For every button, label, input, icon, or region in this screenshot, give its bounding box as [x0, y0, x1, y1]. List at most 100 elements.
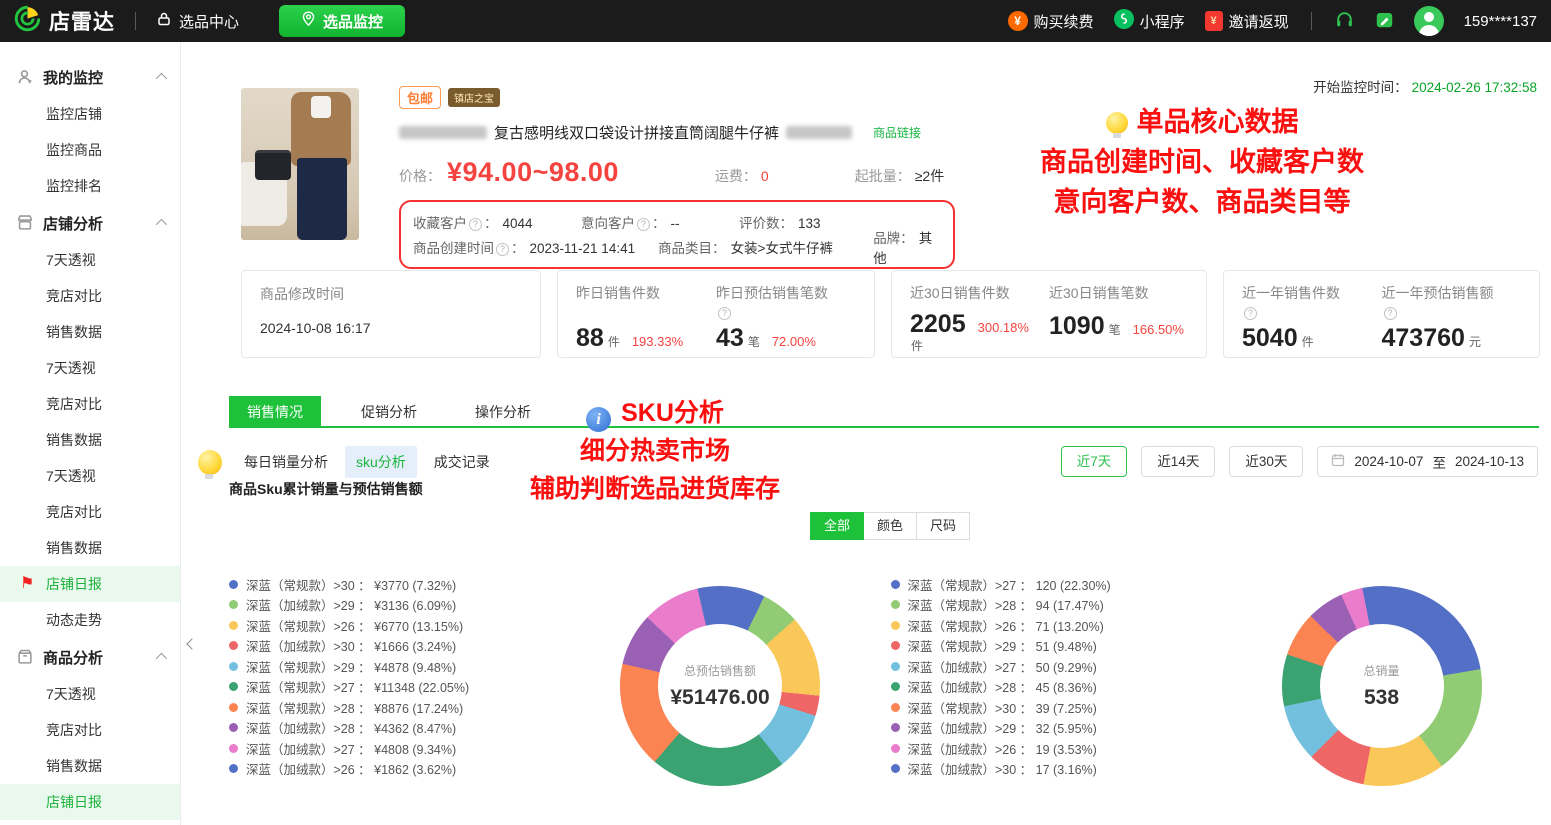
- range-button[interactable]: 近30天: [1229, 446, 1303, 477]
- nav-selection-monitor-button[interactable]: 选品监控: [279, 5, 405, 37]
- feedback-edit-icon[interactable]: [1375, 10, 1394, 33]
- sidebar-item[interactable]: 竞店对比: [0, 712, 180, 748]
- legend-item[interactable]: 深蓝（常规款）>29 ： ¥4878 (9.48%): [229, 656, 534, 677]
- sidebar-item[interactable]: 动态走势: [0, 820, 180, 825]
- help-icon[interactable]: [637, 218, 650, 231]
- moq-value: ≥2件: [915, 166, 944, 186]
- help-icon[interactable]: [1384, 307, 1397, 320]
- sidebar-item[interactable]: 竞店对比: [0, 386, 180, 422]
- delta-up: 166.50%: [1133, 322, 1184, 337]
- product-link[interactable]: 商品链接: [873, 124, 921, 141]
- legend-item[interactable]: 深蓝（加绒款）>29 ： ¥3136 (6.09%): [229, 595, 534, 616]
- chart-filter-button[interactable]: 全部: [810, 512, 864, 540]
- miniprogram-icon: [1114, 9, 1134, 33]
- sidebar-item[interactable]: 销售数据: [0, 422, 180, 458]
- sidebar-item[interactable]: 7天透视: [0, 350, 180, 386]
- legend-dot: [891, 764, 900, 773]
- chevron-up-icon: [156, 73, 167, 84]
- range-button[interactable]: 近7天: [1061, 446, 1128, 477]
- legend-item[interactable]: 深蓝（常规款）>28 ： 94 (17.47%): [891, 595, 1196, 616]
- legend-item[interactable]: 深蓝（常规款）>30 ： 39 (7.25%): [891, 697, 1196, 718]
- legend-item[interactable]: 深蓝（加绒款）>26 ： 19 (3.53%): [891, 738, 1196, 759]
- subtab[interactable]: 成交记录: [423, 446, 501, 478]
- sidebar-section-shop-analysis: 店铺分析 7天透视 竞店对比 销售数据: [0, 204, 180, 638]
- user-avatar[interactable]: [1414, 6, 1444, 36]
- price-label: 价格：: [399, 166, 441, 186]
- product-image[interactable]: [241, 88, 359, 240]
- legend-item[interactable]: 深蓝（常规款）>30 ： ¥3770 (7.32%): [229, 574, 534, 595]
- help-icon[interactable]: [469, 218, 482, 231]
- legend-item[interactable]: 深蓝（常规款）>26 ： 71 (13.20%): [891, 615, 1196, 636]
- sidebar-item[interactable]: 销售数据: [0, 530, 180, 566]
- sidebar-item[interactable]: 店铺日报: [0, 566, 180, 602]
- storefront-icon: [16, 214, 34, 232]
- legend-dot: [891, 600, 900, 609]
- headset-support-icon[interactable]: [1334, 9, 1355, 34]
- legend-item[interactable]: 深蓝（加绒款）>26 ： ¥1862 (3.62%): [229, 759, 534, 780]
- sidebar-item[interactable]: 7天透视: [0, 676, 180, 712]
- sidebar-item[interactable]: 7天透视: [0, 242, 180, 278]
- subtab[interactable]: 每日销量分析: [233, 446, 339, 478]
- sidebar-item[interactable]: 监控店铺: [0, 96, 180, 132]
- sidebar-header-shop-analysis[interactable]: 店铺分析: [0, 204, 180, 242]
- topbar-right: 购买续费 小程序 邀请返现: [1008, 6, 1537, 36]
- legend-item[interactable]: 深蓝（加绒款）>29 ： 32 (5.95%): [891, 718, 1196, 739]
- sidebar-item[interactable]: 监控排名: [0, 168, 180, 204]
- legend-item[interactable]: 深蓝（加绒款）>28 ： ¥4362 (8.47%): [229, 718, 534, 739]
- miniprogram-link[interactable]: 小程序: [1114, 9, 1185, 33]
- chart-panel-sales-volume: 深蓝（常规款）>27 ： 120 (22.30%) 深蓝（常规款）>28 ： 9…: [878, 562, 1540, 825]
- chart-filter-button[interactable]: 颜色: [863, 512, 917, 540]
- sidebar-item[interactable]: 7天透视: [0, 458, 180, 494]
- product-title-row: 复古感明线双口袋设计拼接直筒阔腿牛仔裤 商品链接: [399, 122, 999, 143]
- delta-up: 193.33%: [632, 334, 683, 349]
- legend-dot: [891, 662, 900, 671]
- date-separator: 至: [1432, 452, 1446, 472]
- help-icon[interactable]: [718, 307, 731, 320]
- delta-up: 72.00%: [772, 334, 816, 349]
- sidebar-item[interactable]: 销售数据: [0, 314, 180, 350]
- legend-item[interactable]: 深蓝（常规款）>29 ： 51 (9.48%): [891, 636, 1196, 657]
- sidebar-item[interactable]: 监控商品: [0, 132, 180, 168]
- nav-selection-center[interactable]: 选品中心: [156, 11, 239, 32]
- legend-item[interactable]: 深蓝（常规款）>26 ： ¥6770 (13.15%): [229, 615, 534, 636]
- date-range-picker[interactable]: 2024-10-07 至 2024-10-13: [1317, 446, 1538, 477]
- donut-sales-amount[interactable]: 总预估销售额 ¥51476.00: [620, 586, 820, 786]
- topbar-divider: [135, 12, 136, 30]
- help-icon[interactable]: [496, 243, 509, 256]
- lightbulb-icon: [198, 450, 222, 475]
- legend-item[interactable]: 深蓝（常规款）>27 ： 120 (22.30%): [891, 574, 1196, 595]
- invite-cashback-link[interactable]: 邀请返现: [1205, 11, 1289, 32]
- legend-sales-amount: 深蓝（常规款）>30 ： ¥3770 (7.32%) 深蓝（加绒款）>29 ： …: [229, 574, 534, 779]
- sidebar-item[interactable]: 销售数据: [0, 748, 180, 784]
- stat-30d-orders: 近30日销售笔数 1090笔166.50%: [1049, 284, 1188, 352]
- legend-item[interactable]: 深蓝（加绒款）>28 ： 45 (8.36%): [891, 677, 1196, 698]
- sidebar-header-product-analysis[interactable]: 商品分析: [0, 638, 180, 676]
- tab[interactable]: 操作分析: [457, 396, 549, 426]
- chart-filter-button[interactable]: 尺码: [916, 512, 970, 540]
- legend-item[interactable]: 深蓝（常规款）>27 ： ¥11348 (22.05%): [229, 677, 534, 698]
- category-label: 商品类目：: [658, 241, 726, 256]
- legend-item[interactable]: 深蓝（加绒款）>27 ： 50 (9.29%): [891, 656, 1196, 677]
- help-icon[interactable]: [1244, 307, 1257, 320]
- legend-item[interactable]: 深蓝（常规款）>28 ： ¥8876 (17.24%): [229, 697, 534, 718]
- stat-yesterday-units: 昨日销售件数 88件193.33%: [576, 284, 716, 353]
- legend-dot: [229, 600, 238, 609]
- sidebar-item[interactable]: 竞店对比: [0, 278, 180, 314]
- sidebar-item[interactable]: 店铺日报: [0, 784, 180, 820]
- donut-sales-volume[interactable]: 总销量 538: [1282, 586, 1482, 786]
- category-value: 女装>女式牛仔裤: [731, 241, 833, 256]
- sidebar-collapse-handle[interactable]: [184, 628, 200, 660]
- sidebar-item[interactable]: 动态走势: [0, 602, 180, 638]
- legend-item[interactable]: 深蓝（加绒款）>27 ： ¥4808 (9.34%): [229, 738, 534, 759]
- legend-dot: [229, 723, 238, 732]
- tab[interactable]: 销售情况: [229, 396, 321, 426]
- sidebar-header-my-monitor[interactable]: 我的监控: [0, 58, 180, 96]
- range-button[interactable]: 近14天: [1141, 446, 1215, 477]
- buy-renew-link[interactable]: 购买续费: [1008, 11, 1094, 32]
- legend-item[interactable]: 深蓝（加绒款）>30 ： ¥1666 (3.24%): [229, 636, 534, 657]
- tab[interactable]: 促销分析: [343, 396, 435, 426]
- legend-item[interactable]: 深蓝（加绒款）>30 ： 17 (3.16%): [891, 759, 1196, 780]
- subtab[interactable]: sku分析: [345, 446, 417, 478]
- sidebar-item[interactable]: 竞店对比: [0, 494, 180, 530]
- app-logo[interactable]: 店雷达: [14, 5, 115, 37]
